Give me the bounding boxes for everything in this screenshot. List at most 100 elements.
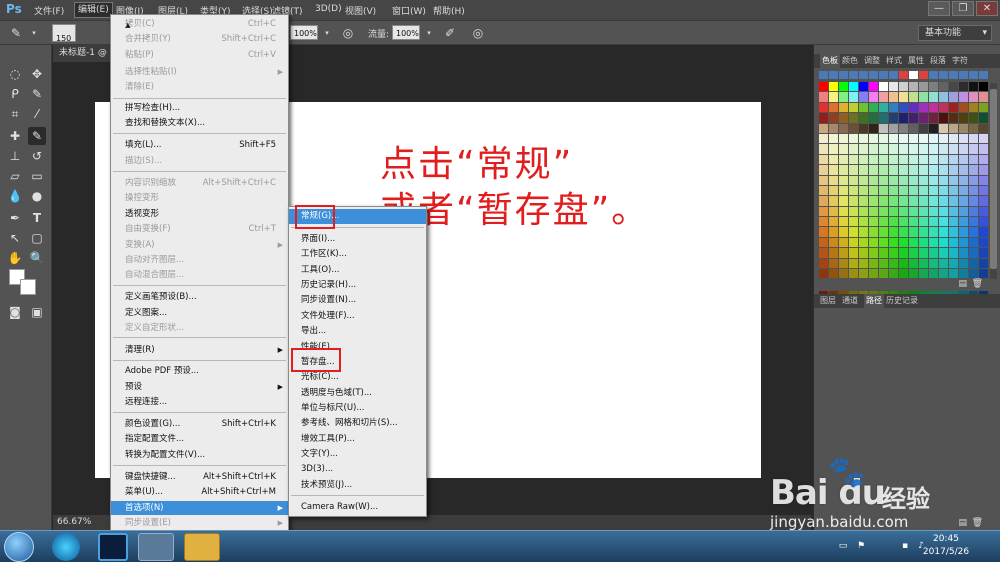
swatch-cell[interactable] — [889, 133, 898, 144]
type-tool-icon[interactable]: T — [28, 209, 46, 227]
swatch-cell[interactable] — [879, 206, 888, 217]
start-button[interactable] — [4, 532, 34, 562]
swatches-scroll-thumb[interactable] — [990, 89, 997, 269]
tray-icon-monitor[interactable]: ▭ — [838, 541, 848, 551]
stamp-tool-icon[interactable]: ⊥ — [6, 147, 24, 165]
swatch-cell[interactable] — [969, 165, 978, 175]
swatch-cell[interactable] — [949, 206, 958, 217]
swatch-cell[interactable] — [939, 175, 948, 185]
menu-0[interactable]: 文件(F) — [34, 4, 64, 17]
workspace-select[interactable]: 基本功能 ▾ — [918, 25, 992, 41]
move-tool-icon[interactable]: ✥ — [28, 65, 46, 83]
swatch-cell[interactable] — [909, 206, 918, 217]
swatch-cell[interactable] — [929, 185, 938, 196]
swatch-cell[interactable] — [939, 227, 948, 237]
swatch-cell[interactable] — [899, 217, 908, 227]
swatch-cell[interactable] — [969, 113, 978, 123]
swatch-cell[interactable] — [839, 113, 848, 123]
swatch-cell[interactable] — [909, 237, 918, 248]
swatch-cell[interactable] — [939, 269, 948, 279]
swatch-cell[interactable] — [949, 92, 958, 102]
swatch-cell[interactable] — [969, 102, 978, 113]
swatch-cell[interactable] — [899, 258, 908, 269]
swatch-cell[interactable] — [919, 144, 928, 154]
swatch-cell[interactable] — [879, 175, 888, 185]
swatch-cell[interactable] — [909, 165, 918, 175]
swatch-cell[interactable] — [839, 227, 848, 237]
swatch-cell[interactable] — [969, 175, 978, 185]
recent-swatch[interactable] — [829, 71, 838, 79]
swatch-cell[interactable] — [829, 196, 838, 206]
history-brush-tool-icon[interactable]: ↺ — [28, 147, 46, 165]
swatch-cell[interactable] — [849, 217, 858, 227]
swatch-cell[interactable] — [919, 269, 928, 279]
recent-swatch[interactable] — [819, 71, 828, 79]
swatch-cell[interactable] — [859, 227, 868, 237]
edit-menu-item-14[interactable]: 操控变形 — [111, 191, 288, 205]
swatch-cell[interactable] — [919, 196, 928, 206]
swatch-cell[interactable] — [829, 123, 838, 133]
swatch-cell[interactable] — [869, 113, 878, 123]
swatch-cell[interactable] — [869, 133, 878, 144]
hand-tool-icon[interactable]: ✋ — [6, 249, 24, 267]
swatch-cell[interactable] — [849, 248, 858, 258]
opacity-field[interactable]: 100% — [290, 25, 318, 40]
swatch-cell[interactable] — [839, 154, 848, 165]
swatch-cell[interactable] — [909, 217, 918, 227]
swatch-cell[interactable] — [879, 248, 888, 258]
swatch-cell[interactable] — [979, 102, 988, 113]
swatch-cell[interactable] — [949, 175, 958, 185]
quick-select-tool-icon[interactable]: ✎ — [28, 85, 46, 103]
swatch-cell[interactable] — [949, 154, 958, 165]
swatch-cell[interactable] — [939, 123, 948, 133]
swatch-cell[interactable] — [859, 113, 868, 123]
swatch-cell[interactable] — [969, 144, 978, 154]
swatch-cell[interactable] — [959, 269, 968, 279]
swatches-scrollbar[interactable] — [990, 83, 997, 283]
layers-tab-1[interactable]: 通道 — [842, 294, 858, 308]
swatch-cell[interactable] — [859, 269, 868, 279]
pressure-size-icon[interactable]: ◎ — [470, 25, 486, 41]
preferences-item-3[interactable]: 工作区(K)... — [289, 247, 426, 262]
edit-menu-item-25[interactable]: 清理(R) ▶ — [111, 343, 288, 357]
swatch-cell[interactable] — [899, 185, 908, 196]
swatch-cell[interactable] — [899, 175, 908, 185]
preferences-item-13[interactable]: 单位与标尺(U)... — [289, 401, 426, 416]
swatch-cell[interactable] — [929, 237, 938, 248]
swatch-cell[interactable] — [859, 82, 868, 92]
swatches-tab-1[interactable]: 颜色 — [842, 54, 858, 68]
swatch-cell[interactable] — [949, 196, 958, 206]
swatch-cell[interactable] — [889, 185, 898, 196]
swatch-cell[interactable] — [959, 206, 968, 217]
swatch-cell[interactable] — [969, 154, 978, 165]
swatch-cell[interactable] — [889, 165, 898, 175]
swatch-cell[interactable] — [959, 165, 968, 175]
swatch-cell[interactable] — [869, 269, 878, 279]
swatch-cell[interactable] — [939, 217, 948, 227]
recent-swatch[interactable] — [939, 71, 948, 79]
swatch-cell[interactable] — [869, 185, 878, 196]
swatch-cell[interactable] — [919, 175, 928, 185]
swatches-tab-4[interactable]: 属性 — [908, 54, 924, 68]
restore-button[interactable]: ❐ — [952, 1, 974, 16]
preferences-item-15[interactable]: 增效工具(P)... — [289, 432, 426, 447]
swatch-cell[interactable] — [819, 133, 828, 144]
swatch-grid[interactable] — [819, 82, 988, 310]
recent-swatch[interactable] — [849, 71, 858, 79]
swatch-cell[interactable] — [829, 185, 838, 196]
swatch-cell[interactable] — [839, 206, 848, 217]
menu-8[interactable]: 视图(V) — [345, 4, 376, 17]
system-clock[interactable]: 20:45 2017/5/26 — [916, 533, 976, 559]
swatch-cell[interactable] — [959, 227, 968, 237]
swatch-cell[interactable] — [869, 123, 878, 133]
swatch-cell[interactable] — [829, 237, 838, 248]
swatch-cell[interactable] — [919, 113, 928, 123]
swatch-cell[interactable] — [899, 133, 908, 144]
edit-menu-item-18[interactable]: 自动对齐图层... — [111, 253, 288, 267]
swatch-cell[interactable] — [879, 269, 888, 279]
swatch-cell[interactable] — [959, 185, 968, 196]
recent-swatch[interactable] — [909, 71, 918, 79]
swatch-cell[interactable] — [939, 113, 948, 123]
edit-menu-item-29[interactable]: 远程连接... — [111, 395, 288, 409]
new-swatch-icon[interactable]: ▤ — [958, 279, 967, 289]
